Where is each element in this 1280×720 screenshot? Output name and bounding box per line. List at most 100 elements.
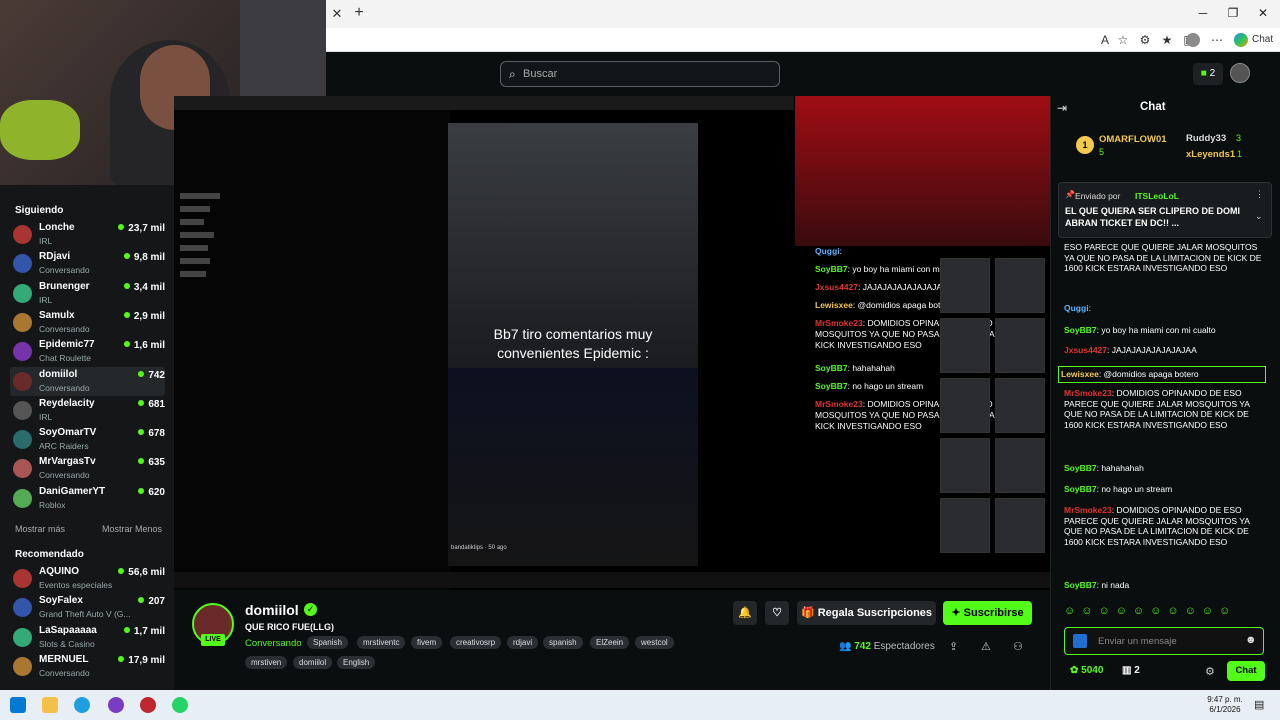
channel-viewers: 3,4 mil <box>124 282 165 293</box>
more-menu-icon[interactable]: ⋯ <box>1206 28 1228 52</box>
user-icon[interactable]: ⚇ <box>1013 640 1023 653</box>
leader-name-1[interactable]: OMARFLOW01 <box>1099 134 1167 145</box>
stream-tag[interactable]: ElZeein <box>590 636 630 649</box>
chat-username[interactable]: MrSmoke23 <box>1064 388 1112 398</box>
stream-tag[interactable]: English <box>337 656 376 669</box>
stream-tag[interactable]: mrstiventc <box>357 636 406 649</box>
windows-start-icon[interactable] <box>10 697 26 713</box>
chat-settings-icon[interactable]: ⚙ <box>1205 665 1215 678</box>
emote-bar[interactable]: ☺☺☺☺☺☺☺☺☺☺ <box>1064 605 1264 621</box>
chat-message: MrSmoke23: DOMIDIOS OPINANDO DE ESO PARE… <box>1064 388 1264 430</box>
channel-category: IRL <box>39 236 53 246</box>
notification-bell-button[interactable]: 🔔 <box>733 601 757 625</box>
channel-name: MERNUEL <box>39 653 89 665</box>
gift-counter[interactable]: ▥ 2 <box>1122 665 1140 676</box>
channel-category: Conversando <box>39 667 90 678</box>
edge-browser-icon[interactable] <box>74 697 90 713</box>
sidebar-channel-following[interactable]: RDjavi Conversando 9,8 mil <box>10 249 165 278</box>
channel-avatar-icon <box>13 225 32 244</box>
chat-username[interactable]: SoyBB7 <box>1064 463 1097 473</box>
chat-send-button[interactable]: Chat <box>1227 661 1265 681</box>
copilot-icon[interactable] <box>1234 33 1248 47</box>
video-inner-taskbar <box>174 572 1050 588</box>
chat-message: SoyBB7: no hago un stream <box>1064 484 1264 495</box>
show-less-link[interactable]: Mostrar Menos <box>102 524 162 534</box>
stream-category[interactable]: Conversando <box>245 638 302 649</box>
file-explorer-icon[interactable] <box>42 697 58 713</box>
channel-category: Eventos especiales <box>39 580 113 590</box>
new-tab-icon[interactable]: + <box>348 1 370 25</box>
sidebar-channel-following[interactable]: Samulx Conversando 2,9 mil <box>10 308 165 337</box>
sidebar-channel-following[interactable]: Reydelacity IRL 681 <box>10 396 165 425</box>
stream-tag[interactable]: rdjavi <box>507 636 539 649</box>
close-tab-icon[interactable]: ✕ <box>326 2 348 26</box>
subscribe-button[interactable]: ✦ Suscribirse <box>943 601 1032 625</box>
whatsapp-icon[interactable] <box>172 697 188 713</box>
sidebar-channel-following[interactable]: domiilol Conversando 742 <box>10 366 165 396</box>
heart-icon: ♡ <box>772 607 782 619</box>
sidebar-channel-recommended[interactable]: AQUINO Eventos especiales 56,6 mil <box>10 564 165 593</box>
sidebar-channel-following[interactable]: Brunenger IRL 3,4 mil <box>10 279 165 308</box>
sidebar-channel-following[interactable]: Lonche IRL 23,7 mil <box>10 220 165 249</box>
chat-username[interactable]: MrSmoke23 <box>1064 505 1112 515</box>
leader-name-3[interactable]: xLeyends1 <box>1186 149 1235 160</box>
pinned-by-user[interactable]: ITSLeoLoL <box>1135 191 1179 201</box>
minimize-icon[interactable]: ─ <box>1188 6 1218 20</box>
pinned-expand-icon[interactable]: ⌄ <box>1255 211 1263 222</box>
favorites-icon[interactable]: ★ <box>1156 28 1178 52</box>
chat-username[interactable]: Quggi <box>1064 303 1089 313</box>
channel-viewers: 2,9 mil <box>124 311 165 322</box>
follow-heart-button[interactable]: ♡ <box>765 601 789 625</box>
video-chat-text: : @domidios apaga botero <box>852 300 953 310</box>
chat-username[interactable]: SoyBB7 <box>1064 325 1097 335</box>
channel-category: Roblox <box>39 499 66 510</box>
sidebar-channel-recommended[interactable]: SoyFalex Grand Theft Auto V (G... 207 <box>10 593 165 622</box>
stream-tag[interactable]: creativosrp <box>450 636 502 649</box>
sidebar-channel-following[interactable]: MrVargasTv Conversando 635 <box>10 454 165 483</box>
channel-points[interactable]: ✿ 5040 <box>1070 665 1103 676</box>
stream-tag[interactable]: domiilol <box>293 656 333 669</box>
sidebar-channel-recommended[interactable]: MERNUEL Conversando 17,9 mil <box>10 652 165 681</box>
chat-input[interactable]: Enviar un mensaje ☻ <box>1064 627 1264 655</box>
user-avatar[interactable] <box>1230 63 1250 83</box>
extensions-icon[interactable]: ⚙ <box>1134 28 1156 52</box>
stream-title: QUE RICO FUE(LLG) <box>245 622 334 632</box>
chat-username[interactable]: SoyBB7 <box>1064 580 1097 590</box>
stream-tag[interactable]: spanish <box>543 636 583 649</box>
people-icon: 👥 <box>839 641 855 652</box>
favorite-star-icon[interactable]: ☆ <box>1112 28 1134 52</box>
share-icon[interactable]: ⇪ <box>949 640 958 653</box>
show-more-link[interactable]: Mostrar más <box>15 524 65 534</box>
stream-tag[interactable]: westcol <box>635 636 674 649</box>
maximize-icon[interactable]: ❐ <box>1218 6 1248 20</box>
sidebar-channel-following[interactable]: DaniGamerYT Roblox 620 <box>10 484 165 513</box>
sidebar-channel-following[interactable]: SoyOmarTV ARC Raiders 678 <box>10 425 165 454</box>
report-icon[interactable]: ⚠ <box>981 640 991 653</box>
gift-subs-button[interactable]: 🎁 Regala Suscripciones <box>797 601 936 625</box>
copilot-chat-label[interactable]: Chat <box>1252 34 1273 45</box>
recording-app-icon[interactable] <box>140 697 156 713</box>
stream-tag[interactable]: fivem <box>411 636 443 649</box>
video-chat-user: Lewisxee <box>815 300 853 310</box>
emoji-icon[interactable]: ☻ <box>1245 634 1257 646</box>
kick-points-badge[interactable]: ■ 2 <box>1193 63 1223 85</box>
chat-username[interactable]: Jxsus4427 <box>1064 345 1107 355</box>
stream-tag[interactable]: mrstiven <box>245 656 288 669</box>
sidebar-channel-following[interactable]: Epidemic77 Chat Roulette 1,6 mil <box>10 337 165 366</box>
profile-avatar[interactable] <box>1186 33 1200 47</box>
chat-username[interactable]: Lewisxee <box>1061 369 1099 379</box>
channel-viewers: 17,9 mil <box>118 655 165 666</box>
channel-name[interactable]: domiilol <box>245 602 299 618</box>
close-window-icon[interactable]: ✕ <box>1248 6 1278 20</box>
leader-name-2[interactable]: Ruddy33 <box>1186 133 1226 144</box>
stream-tag[interactable]: Spanish <box>307 636 348 649</box>
app-icon[interactable] <box>108 697 124 713</box>
viewer-label: Espectadores <box>873 641 935 652</box>
search-input[interactable]: ⌕ Buscar <box>500 61 780 87</box>
notification-icon[interactable]: ▤ <box>1254 698 1264 711</box>
chat-username[interactable]: SoyBB7 <box>1064 484 1097 494</box>
sidebar-channel-recommended[interactable]: LaSapaaaaa Slots & Casino 1,7 mil <box>10 623 165 652</box>
collapse-chat-icon[interactable]: ⇥ <box>1057 101 1067 115</box>
pinned-more-icon[interactable]: ⋮ <box>1255 189 1264 200</box>
green-chair-decoration <box>0 100 80 160</box>
